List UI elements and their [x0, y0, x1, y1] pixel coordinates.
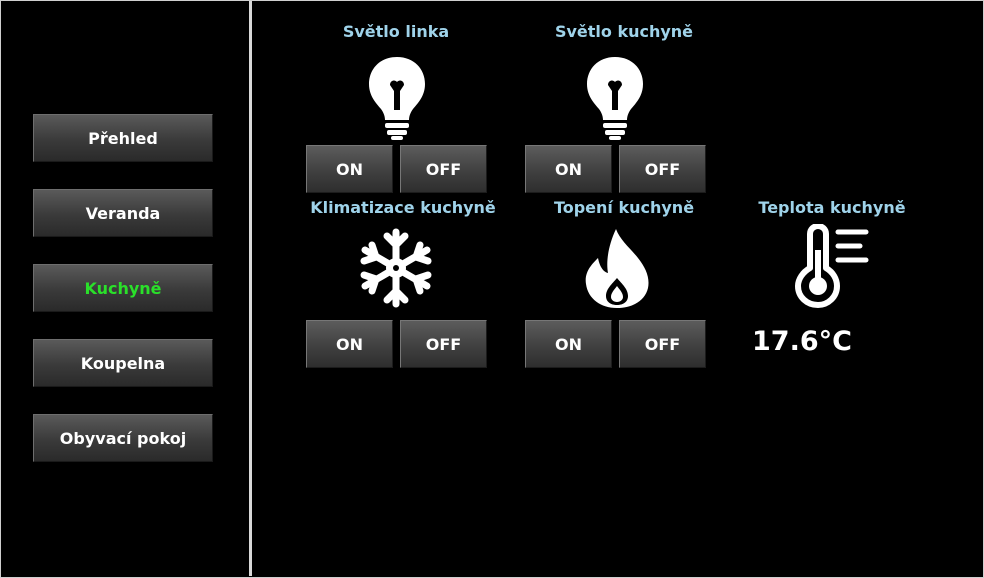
nav-item-veranda[interactable]: Veranda: [33, 189, 213, 237]
klimatizace-on-button[interactable]: ON: [306, 320, 393, 368]
sidebar: Přehled Veranda Kuchyně Koupelna Obyvací…: [1, 1, 249, 576]
nav-item-koupelna[interactable]: Koupelna: [33, 339, 213, 387]
svetlo-kuchyne-on-button[interactable]: ON: [525, 145, 612, 193]
lightbulb-icon: [369, 57, 425, 140]
device-title-teplota: Teplota kuchyně: [758, 198, 906, 217]
lightbulb-icon: [587, 57, 643, 140]
device-title-klimatizace: Klimatizace kuchyně: [310, 198, 496, 217]
nav-item-obyvaci-pokoj[interactable]: Obyvací pokoj: [33, 414, 213, 462]
nav-item-kuchyne[interactable]: Kuchyně: [33, 264, 213, 312]
sidebar-divider: [249, 1, 252, 576]
flame-icon: [585, 229, 649, 308]
topeni-off-button[interactable]: OFF: [619, 320, 706, 368]
snowflake-icon: [360, 228, 432, 308]
device-title-topeni: Topení kuchyně: [553, 198, 695, 217]
thermometer-icon: [795, 224, 869, 308]
temperature-value: 17.6°C: [752, 326, 852, 357]
svetlo-linka-off-button[interactable]: OFF: [400, 145, 487, 193]
klimatizace-off-button[interactable]: OFF: [400, 320, 487, 368]
svetlo-kuchyne-off-button[interactable]: OFF: [619, 145, 706, 193]
nav-item-prehled[interactable]: Přehled: [33, 114, 213, 162]
device-title-svetlo-linka: Světlo linka: [342, 22, 450, 41]
device-title-svetlo-kuchyne: Světlo kuchyně: [554, 22, 694, 41]
svetlo-linka-on-button[interactable]: ON: [306, 145, 393, 193]
topeni-on-button[interactable]: ON: [525, 320, 612, 368]
